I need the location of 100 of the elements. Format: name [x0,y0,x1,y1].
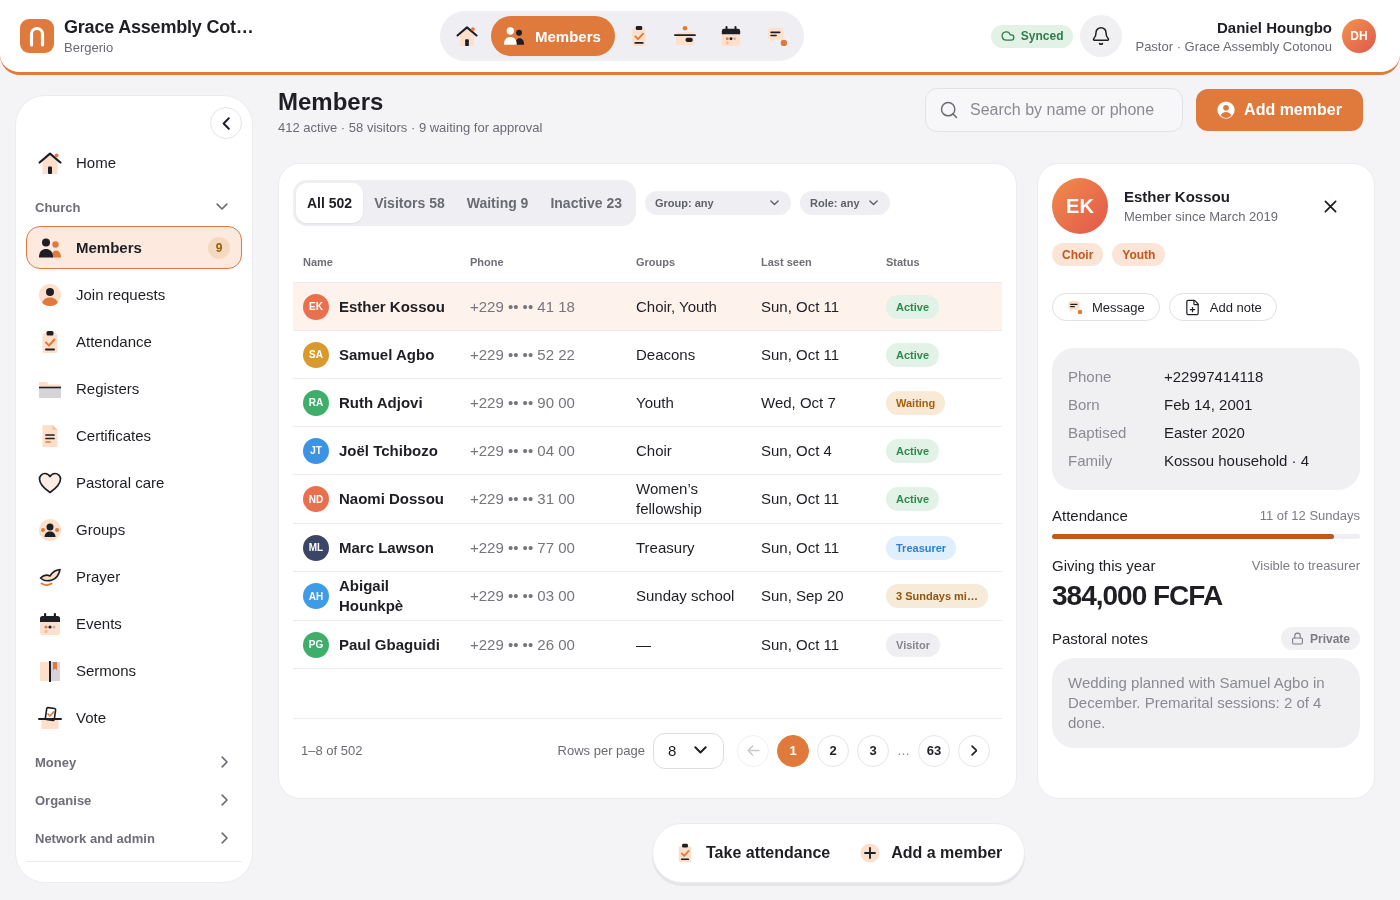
filter-tab[interactable]: Inactive 23 [539,183,633,223]
user-role: Pastor · Grace Assembly Cotonou [1135,38,1332,54]
attendance-label: Attendance [1052,507,1128,525]
arrow-left-icon [746,744,760,757]
page-title: Members [278,88,384,116]
filter-tab[interactable]: Waiting 9 [455,183,540,223]
member-avatar: EK [303,293,329,320]
filter-dropdown[interactable]: Role: any [800,191,890,215]
sidebar-item[interactable]: Events [26,602,242,645]
pastoral-note: Wedding planned with Samuel Agbo in December. Premarital sessions: 2 of 4 done. [1052,658,1360,748]
table-row[interactable]: JT Joël Tchibozo +229 •• •• 04 00 Choir Sun, Oct 4 Active [293,426,1002,474]
field-value: +22997414118 [1164,367,1264,387]
page-button[interactable]: 3 [857,734,889,767]
sidebar-item[interactable]: Registers [26,367,242,410]
sidebar-item[interactable]: Attendance [26,320,242,363]
sidebar-item[interactable]: Sermons [26,649,242,692]
sync-label: Synced [1020,29,1064,43]
chevron-down-icon [216,203,228,211]
last-seen-date: Wed, Oct 7 [761,392,836,413]
chevron-right-icon [220,756,228,768]
rows-per-page-label: Rows per page [557,743,645,758]
page-button[interactable]: 63 [918,734,950,767]
sidebar-item[interactable]: Prayer [26,555,242,598]
table-row[interactable]: ND Naomi Dossou +229 •• •• 31 00 Women’s fellowship Sun, Oct 11 Active [293,474,1002,523]
phone-number: +229 •• •• 52 22 [470,344,575,365]
column-header: Name [303,256,333,268]
plus-icon [860,843,881,863]
ballot-box-icon [38,705,62,730]
member-status: 3 Sundays mi… [886,584,988,608]
calendar-icon [38,611,62,636]
table-row[interactable]: PG Paul Gbaguidi +229 •• •• 26 00 — Sun, Oct 11 Visitor [293,620,1002,668]
member-avatar: ML [303,534,329,561]
add-note-button[interactable]: Add note [1168,293,1277,321]
member-status: Waiting [886,390,946,415]
phone-number: +229 •• •• 31 00 [470,489,575,509]
member-status: Active [886,438,940,463]
phone-number: +229 •• •• 03 00 [470,586,575,606]
sidebar-item[interactable]: Pastoral care [26,461,242,504]
filter-dropdown[interactable]: Group: any [645,191,791,215]
person-circle-icon [1217,101,1236,119]
logo-icon [20,19,54,53]
field-value: Feb 14, 2001 [1164,395,1253,415]
next-page-button[interactable] [958,734,990,767]
section-toggle[interactable]: Money [26,741,242,779]
phone-number: +229 •• •• 41 18 [470,296,575,317]
phone-number: +229 •• •• 90 00 [470,392,575,413]
member-name: Paul Gbaguidi [339,634,440,655]
member-avatar: RA [303,389,329,416]
field-value: Kossou household · 4 [1164,451,1310,471]
quick-action-button[interactable]: Take attendance [675,843,831,863]
notes-label: Pastoral notes [1052,629,1148,648]
group-names: — [636,634,651,655]
last-seen-date: Sun, Sep 20 [761,586,844,606]
table-row[interactable]: EK Esther Kossou +229 •• •• 41 18 Choir, Youth Sun, Oct 11 Active [293,282,1002,330]
table-row[interactable]: SA Samuel Agbo +229 •• •• 52 22 Deacons Sun, Oct 11 Active [293,330,1002,378]
group-tag: Choir [1052,243,1104,266]
last-seen-date: Sun, Oct 11 [761,296,840,317]
chevron-down-icon [770,200,779,206]
column-header: Phone [470,256,504,268]
search-field[interactable]: Search by name or phone [925,88,1183,132]
member-status: Active [886,487,940,511]
app-subtitle: Bergerio [64,40,114,55]
table-row[interactable]: ML Marc Lawson +229 •• •• 77 00 Treasury Sun, Oct 11 Treasurer [293,523,1002,571]
sidebar-item[interactable]: Groups [26,508,242,551]
page-button[interactable]: 2 [817,734,849,767]
field-label: Family [1068,451,1113,471]
group-icon [38,517,62,542]
member-name: Ruth Adjovi [339,392,423,413]
rows-per-page-select[interactable]: 8 [653,732,724,769]
table-row[interactable]: RA Ruth Adjovi +229 •• •• 90 00 Youth Wed, Oct 7 Waiting [293,378,1002,426]
visibility-note: Visible to treasurer [1251,557,1360,575]
section-toggle[interactable]: Network and admin [26,817,242,855]
last-seen-date: Sun, Oct 11 [761,634,840,655]
member-name: Samuel Agbo [339,344,435,365]
sidebar-item[interactable]: Home [26,141,242,184]
last-seen-date: Sun, Oct 11 [761,489,840,509]
sidebar-item[interactable]: Certificates [26,414,242,457]
message-button[interactable]: Message [1052,293,1160,321]
group-names: Youth [636,392,674,413]
filter-tab[interactable]: Visitors 58 [363,183,456,223]
filter-tab[interactable]: All 502 [296,183,364,223]
giving-label: Giving this year [1052,557,1156,575]
lock-icon [1290,632,1304,645]
member-name: Marc Lawson [339,537,435,558]
chevron-down-icon [694,746,707,755]
sidebar-item[interactable]: Members 9 [26,226,242,269]
people-icon [503,25,525,47]
table-row[interactable]: AH Abigail Hounkpè +229 •• •• 03 00 Sunday school Sun, Sep 20 3 Sundays mi… [293,571,1002,620]
sidebar-item[interactable]: Join requests [26,273,242,316]
section-toggle[interactable]: Organise [26,779,242,817]
group-names: Sunday school [636,586,735,606]
field-label: Baptised [1068,423,1127,443]
house-icon [456,25,478,47]
section-toggle[interactable]: Church [26,186,242,224]
quick-action-button[interactable]: Add a member [860,843,1003,863]
group-names: Deacons [636,344,696,365]
collapse-button[interactable] [210,107,242,139]
notifications-button[interactable] [1080,15,1123,57]
sidebar-item[interactable]: Vote [26,696,242,739]
house-icon [38,150,62,175]
